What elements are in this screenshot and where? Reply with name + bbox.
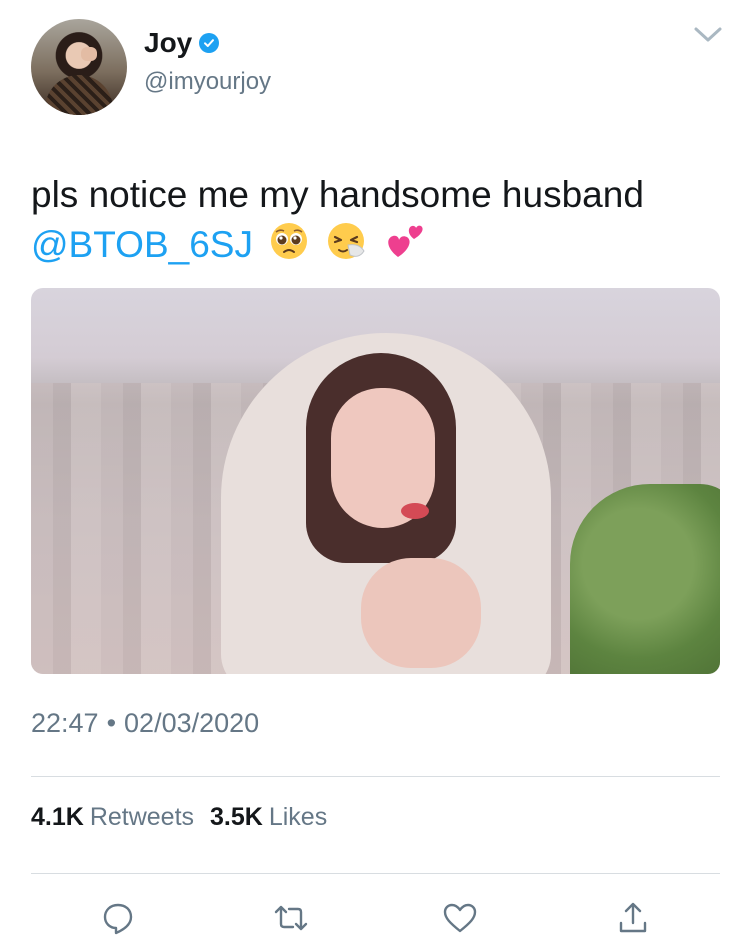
share-icon[interactable]	[613, 898, 653, 938]
divider	[31, 776, 720, 777]
tweet-timestamp[interactable]: 22:47 • 02/03/2020	[31, 708, 259, 739]
reply-icon[interactable]	[98, 898, 138, 938]
likes-count: 3.5K	[210, 803, 263, 831]
engagement-stats: 4.1K Retweets 3.5K Likes	[31, 803, 327, 832]
chevron-down-icon[interactable]	[690, 22, 726, 48]
avatar[interactable]	[31, 19, 127, 115]
tweet-body: pls notice me my handsome husband	[31, 174, 644, 215]
retweets-label: Retweets	[89, 803, 195, 831]
photo-lips	[401, 503, 429, 519]
verified-badge-icon	[199, 33, 220, 53]
pleading-face-emoji	[269, 221, 309, 274]
tweet-date: 02/03/2020	[124, 708, 260, 738]
avatar-hand	[81, 47, 97, 61]
tweet-text: pls notice me my handsome husband @BTOB_…	[31, 170, 721, 274]
heart-icon[interactable]	[440, 898, 480, 938]
tweet-photo[interactable]	[31, 288, 720, 674]
retweet-icon[interactable]	[271, 898, 311, 938]
sneezing-face-emoji	[326, 221, 368, 274]
two-hearts-emoji	[384, 221, 426, 274]
retweets-count: 4.1K	[31, 803, 84, 831]
action-bar	[0, 898, 750, 938]
user-handle[interactable]: @imyourjoy	[144, 68, 271, 96]
photo-tree	[570, 484, 720, 674]
timestamp-separator: •	[106, 708, 117, 738]
avatar-body	[45, 75, 113, 115]
display-name-text: Joy	[144, 27, 193, 58]
divider	[31, 873, 720, 874]
mention-link[interactable]: @BTOB_6SJ	[31, 224, 253, 265]
photo-hands	[361, 558, 481, 668]
likes-stat[interactable]: 3.5K Likes	[210, 803, 327, 832]
tweet-time: 22:47	[31, 708, 99, 738]
likes-label: Likes	[268, 803, 328, 831]
display-name[interactable]: Joy	[144, 27, 220, 59]
retweets-stat[interactable]: 4.1K Retweets	[31, 803, 194, 832]
